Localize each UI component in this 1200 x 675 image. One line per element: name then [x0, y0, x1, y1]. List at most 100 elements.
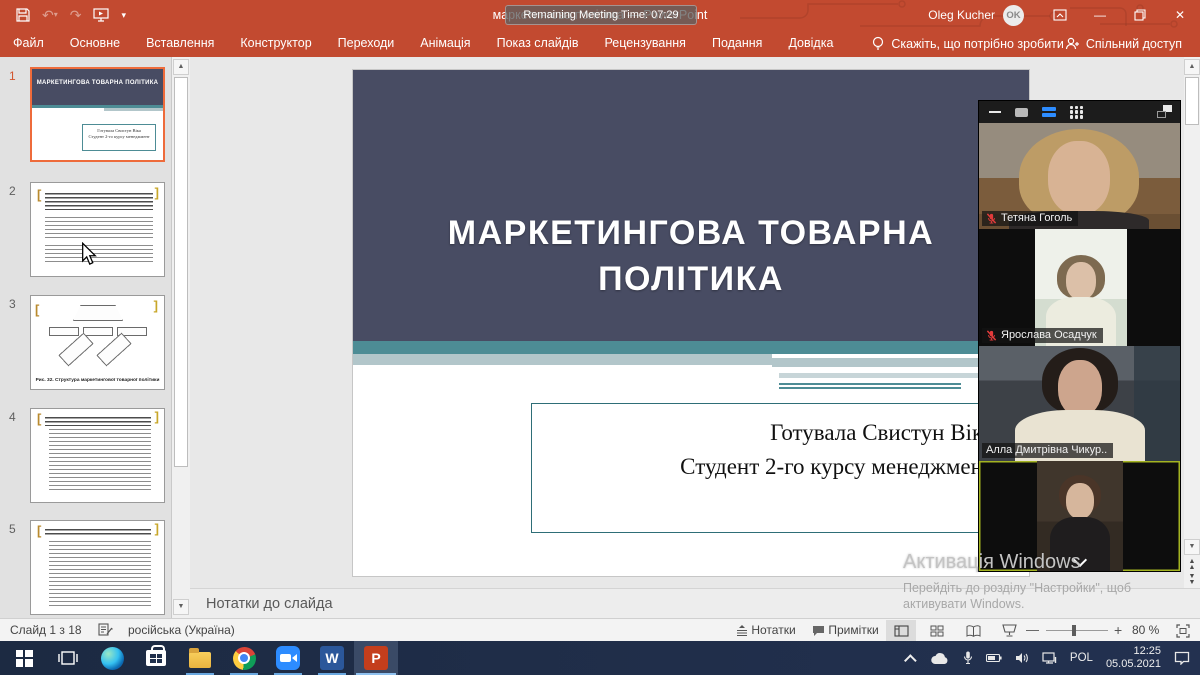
word-icon[interactable]: W [310, 641, 354, 675]
meeting-timer-overlay: Remaining Meeting Time: 07:29 [505, 5, 697, 25]
ribbon-tabs: Файл Основне Вставлення Конструктор Пере… [0, 30, 1200, 57]
language-indicator[interactable]: російська (Україна) [128, 619, 235, 641]
participant-label-3: Алла Дмитрівна Чикур.. [982, 443, 1113, 458]
minimize-button[interactable]: — [1080, 0, 1120, 30]
normal-view-button[interactable] [886, 620, 916, 641]
slide-line-1 [779, 383, 962, 385]
slide-title[interactable]: МАРКЕТИНГОВА ТОВАРНА ПОЛІТИКА [353, 210, 1029, 302]
zoom-slider-thumb[interactable] [1072, 625, 1076, 636]
tell-me-box[interactable]: Скажіть, що потрібно зробити [872, 36, 1064, 51]
next-slide-button[interactable]: ▼▼ [1184, 574, 1200, 589]
participant-label-1: Тетяна Гоголь [982, 211, 1078, 226]
zoom-slider-track[interactable] [1046, 630, 1108, 631]
slide-counter: Слайд 1 з 18 [10, 619, 82, 641]
onedrive-cloud-icon[interactable] [930, 652, 950, 665]
tab-review[interactable]: Рецензування [591, 30, 698, 57]
lightbulb-icon [872, 36, 884, 51]
zoom-gallery-strip-icon[interactable] [1042, 106, 1056, 119]
zoom-speaker-view-icon[interactable] [1015, 108, 1028, 117]
slide-thumbnail-2[interactable]: [ ] [30, 182, 165, 277]
zoom-in-button[interactable]: + [1114, 619, 1122, 641]
ribbon-display-options-icon[interactable] [1040, 0, 1080, 30]
zoom-minimize-icon[interactable] [989, 111, 1001, 113]
thumb-scroll-up-icon[interactable]: ▲ [173, 59, 189, 75]
main-scroll-down-icon[interactable]: ▼ [1184, 539, 1200, 555]
action-center-icon[interactable] [1174, 651, 1190, 665]
tab-animations[interactable]: Анімація [407, 30, 483, 57]
zoom-panel-header [979, 101, 1180, 123]
zoom-meeting-panel[interactable]: Тетяна Гоголь Ярослава Осадчук Алла Дмит… [978, 100, 1181, 572]
muted-mic-icon [986, 213, 997, 224]
slide-thumbnail-panel: 1 МАРКЕТИНГОВА ТОВАРНА ПОЛІТИКА Готувала… [0, 57, 172, 618]
slideshow-view-button[interactable] [994, 620, 1024, 641]
tab-home[interactable]: Основне [57, 30, 133, 57]
video-tile-3[interactable]: Алла Дмитрівна Чикур.. [979, 346, 1180, 461]
clock[interactable]: 12:25 05.05.2021 [1106, 645, 1161, 671]
main-scroll-up-icon[interactable]: ▲ [1184, 59, 1200, 75]
restore-button[interactable] [1120, 0, 1160, 30]
thumb3-caption: Рис. 32. Структура маркетингової товарно… [31, 378, 164, 383]
participant-name: Ярослава Осадчук [1001, 329, 1097, 341]
battery-icon[interactable] [986, 653, 1002, 663]
start-button[interactable] [2, 641, 46, 675]
main-scroll-thumb[interactable] [1185, 77, 1199, 125]
video-tile-4-active-speaker[interactable] [979, 461, 1180, 571]
chrome-icon[interactable] [222, 641, 266, 675]
slide-canvas[interactable]: МАРКЕТИНГОВА ТОВАРНА ПОЛІТИКА Готувала С… [353, 70, 1029, 576]
tab-design[interactable]: Конструктор [227, 30, 324, 57]
tab-help[interactable]: Довідка [775, 30, 846, 57]
thumb1-title: МАРКЕТИНГОВА ТОВАРНА ПОЛІТИКА [32, 69, 163, 105]
status-bar: Слайд 1 з 18 російська (Україна) Нотатки… [0, 618, 1200, 641]
network-icon[interactable] [1042, 652, 1057, 664]
speaker-icon[interactable] [1015, 652, 1029, 664]
thumb3-diagram-top [73, 305, 123, 321]
slide-number-5: 5 [9, 522, 16, 536]
slide-subtitle-box[interactable]: Готувала Свистун Віка Студент 2-го курсу… [531, 403, 1006, 533]
zoom-collapse-chevron-icon[interactable] [1067, 553, 1093, 567]
tray-time: 12:25 [1133, 645, 1161, 657]
zoom-grid-view-icon[interactable] [1070, 106, 1083, 119]
comments-toggle[interactable]: Примітки [812, 619, 879, 641]
tab-slideshow[interactable]: Показ слайдів [484, 30, 592, 57]
slide-stripe-thin [779, 373, 1002, 378]
thumb-scroll-down-icon[interactable]: ▼ [173, 599, 189, 615]
tray-overflow-chevron-icon[interactable] [904, 654, 917, 667]
task-view-button[interactable] [46, 641, 90, 675]
participant-label-2: Ярослава Осадчук [982, 328, 1103, 343]
keyboard-language[interactable]: POL [1070, 652, 1093, 664]
file-explorer-icon[interactable] [178, 641, 222, 675]
thumb-scroll-thumb[interactable] [174, 77, 188, 467]
zoom-percentage[interactable]: 80 % [1132, 619, 1159, 641]
close-button[interactable]: ✕ [1160, 0, 1200, 30]
account-name[interactable]: Oleg Kucher [928, 8, 995, 22]
slide-thumbnail-3[interactable]: [ ] Рис. 32. Структура маркетингової тов… [30, 295, 165, 390]
zoom-popout-icon[interactable] [1157, 105, 1172, 118]
slide-stripe-light [353, 354, 772, 365]
reading-view-button[interactable] [958, 620, 988, 641]
slide-thumbnail-4[interactable]: [ ] [30, 408, 165, 503]
slide-thumbnail-1[interactable]: МАРКЕТИНГОВА ТОВАРНА ПОЛІТИКА Готувала С… [30, 67, 165, 162]
slide-sorter-view-button[interactable] [922, 620, 952, 641]
thumbnail-scrollbar[interactable]: ▲ ▼ [172, 57, 190, 618]
screen: ↶▾ ↷ ▾ маркетингова політика — PowerPoin… [0, 0, 1200, 675]
microsoft-store-icon[interactable] [134, 641, 178, 675]
previous-slide-button[interactable]: ▲▲ [1184, 559, 1200, 574]
tab-view[interactable]: Подання [699, 30, 775, 57]
powerpoint-icon[interactable]: P [354, 641, 398, 675]
tab-transitions[interactable]: Переходи [325, 30, 408, 57]
tab-file[interactable]: Файл [0, 30, 57, 57]
video-tile-1[interactable]: Тетяна Гоголь [979, 123, 1180, 229]
zoom-app-icon[interactable] [266, 641, 310, 675]
edge-icon[interactable] [90, 641, 134, 675]
notes-toggle[interactable]: Нотатки [736, 619, 796, 641]
account-avatar[interactable]: OK [1003, 5, 1024, 26]
microphone-icon[interactable] [963, 651, 973, 665]
tab-insert[interactable]: Вставлення [133, 30, 227, 57]
main-scrollbar[interactable]: ▲ ▼ ▲▲ ▼▼ [1184, 57, 1200, 588]
zoom-out-button[interactable]: — [1026, 619, 1039, 641]
slide-thumbnail-5[interactable]: [ ] [30, 520, 165, 615]
notes-pane[interactable]: Нотатки до слайда [190, 588, 1200, 618]
share-person-icon [1065, 37, 1080, 50]
video-tile-2[interactable]: Ярослава Осадчук [979, 229, 1180, 346]
share-button[interactable]: Спільний доступ [1065, 37, 1182, 51]
